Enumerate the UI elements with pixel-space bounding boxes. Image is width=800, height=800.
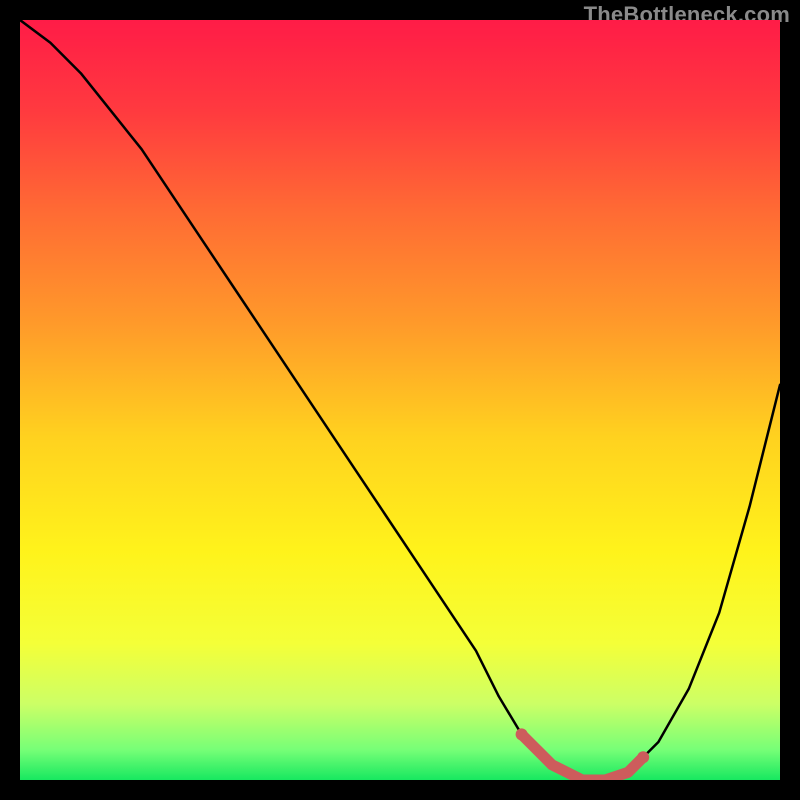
- chart-frame: TheBottleneck.com: [0, 0, 800, 800]
- bottleneck-chart: [20, 20, 780, 780]
- plot-area: [20, 20, 780, 780]
- highlight-endpoint-right: [637, 751, 649, 763]
- highlight-endpoint-left: [516, 728, 528, 740]
- gradient-background: [20, 20, 780, 780]
